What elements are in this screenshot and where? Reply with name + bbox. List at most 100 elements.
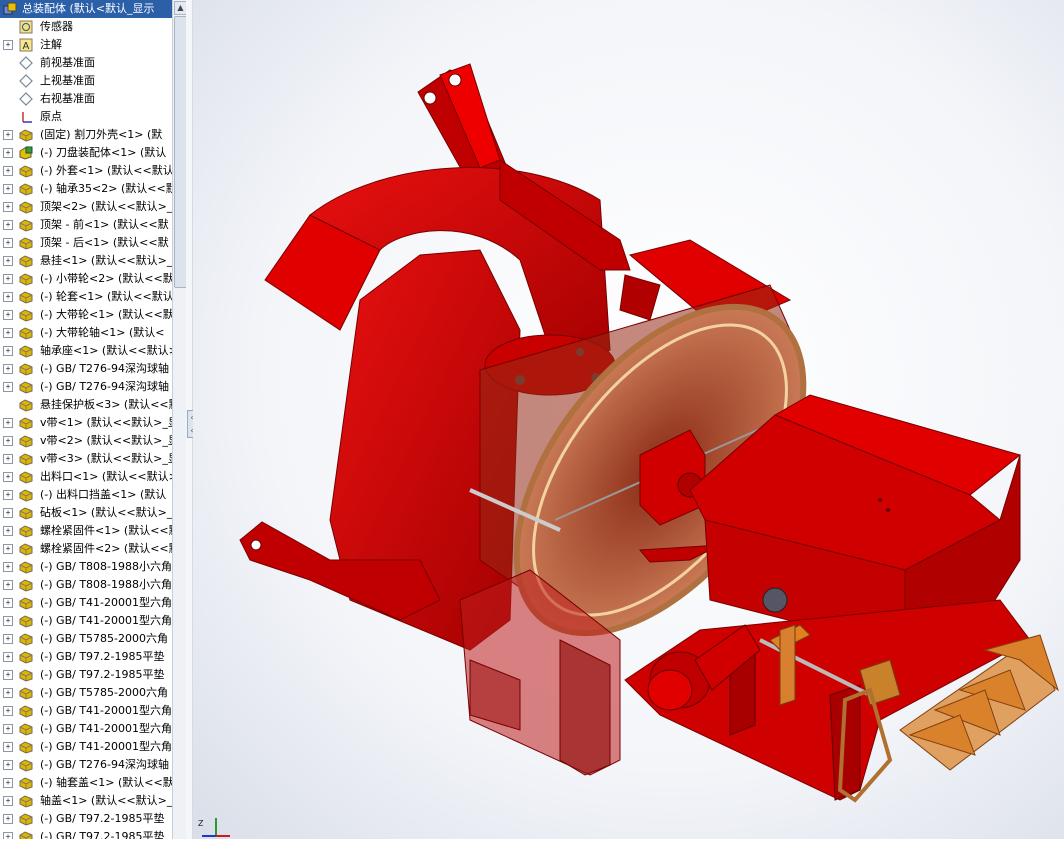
expand-icon[interactable]: + (3, 328, 13, 338)
expand-icon[interactable]: + (3, 256, 13, 266)
expand-icon[interactable]: + (3, 166, 13, 176)
tree-item[interactable]: + 悬挂<1> (默认<<默认>_显 (0, 252, 172, 270)
expand-icon[interactable]: + (3, 616, 13, 626)
tree-item[interactable]: + 顶架 - 前<1> (默认<<默 (0, 216, 172, 234)
expand-icon[interactable]: + (3, 634, 13, 644)
tree-item[interactable]: 上视基准面 (0, 72, 172, 90)
expand-icon[interactable]: + (3, 454, 13, 464)
tree-item[interactable]: + (-) GB/ T97.2-1985平垫 (0, 828, 172, 839)
svg-text:A: A (23, 41, 30, 52)
expand-icon[interactable]: + (3, 202, 13, 212)
tree-item[interactable]: + (-) GB/ T41-20001型六角 (0, 612, 172, 630)
plane-icon (19, 56, 33, 70)
tree-item[interactable]: + 顶架<2> (默认<<默认>_显 (0, 198, 172, 216)
tree-item[interactable]: + (-) 出料口挡盖<1> (默认 (0, 486, 172, 504)
tree-item[interactable]: + v带<2> (默认<<默认>_显 (0, 432, 172, 450)
tree-item[interactable]: + 砧板<1> (默认<<默认>_显 (0, 504, 172, 522)
expand-icon[interactable]: + (3, 508, 13, 518)
tree-scrollbar[interactable]: ▲ (172, 0, 186, 839)
tree-item[interactable]: + 螺栓紧固件<1> (默认<<默 (0, 522, 172, 540)
tree-item[interactable]: + (-) GB/ T5785-2000六角 (0, 630, 172, 648)
expand-icon[interactable]: + (3, 760, 13, 770)
tree-item-label: 轴盖<1> (默认<<默认>_显 (40, 794, 172, 807)
tree-item[interactable]: + (-) 轴承35<2> (默认<<默 (0, 180, 172, 198)
expand-icon[interactable]: + (3, 418, 13, 428)
tree-item[interactable]: + 轴承座<1> (默认<<默认> (0, 342, 172, 360)
expand-icon[interactable]: + (3, 670, 13, 680)
tree-item[interactable]: + A 注解 (0, 36, 172, 54)
tree-item[interactable]: + (-) GB/ T41-20001型六角 (0, 594, 172, 612)
expand-icon[interactable]: + (3, 562, 13, 572)
expand-icon[interactable]: + (3, 292, 13, 302)
tree-item[interactable]: 前视基准面 (0, 54, 172, 72)
expand-icon[interactable]: + (3, 184, 13, 194)
part-icon (19, 776, 33, 790)
tree-item[interactable]: + (-) 刀盘装配体<1> (默认 (0, 144, 172, 162)
tree-item[interactable]: + (-) 轮套<1> (默认<<默认 (0, 288, 172, 306)
tree-item[interactable]: + (-) GB/ T97.2-1985平垫 (0, 810, 172, 828)
tree-item[interactable]: + (-) GB/ T808-1988小六角 (0, 558, 172, 576)
expand-icon[interactable]: + (3, 310, 13, 320)
tree-item[interactable]: + (-) GB/ T41-20001型六角 (0, 720, 172, 738)
tree-item[interactable]: + (-) GB/ T97.2-1985平垫 (0, 648, 172, 666)
tree-item[interactable]: + v带<3> (默认<<默认>_显 (0, 450, 172, 468)
tree-item[interactable]: + (-) 小带轮<2> (默认<<默 (0, 270, 172, 288)
tree-root-assembly[interactable]: 总装配体 (默认<默认_显示 (0, 0, 172, 18)
expand-icon[interactable]: + (3, 778, 13, 788)
tree-item[interactable]: 右视基准面 (0, 90, 172, 108)
tree-item[interactable]: + (-) GB/ T276-94深沟球轴 (0, 378, 172, 396)
expand-icon[interactable]: + (3, 688, 13, 698)
expand-icon[interactable]: + (3, 544, 13, 554)
expand-icon[interactable]: + (3, 724, 13, 734)
expand-icon[interactable]: + (3, 490, 13, 500)
tree-item[interactable]: + (-) GB/ T276-94深沟球轴 (0, 756, 172, 774)
expand-icon[interactable]: + (3, 346, 13, 356)
expand-icon[interactable]: + (3, 130, 13, 140)
tree-item[interactable]: + (-) GB/ T5785-2000六角 (0, 684, 172, 702)
tree-item[interactable]: + (-) GB/ T276-94深沟球轴 (0, 360, 172, 378)
tree-item[interactable]: + v带<1> (默认<<默认>_显 (0, 414, 172, 432)
tree-item[interactable]: + (-) GB/ T97.2-1985平垫 (0, 666, 172, 684)
tree-item-label: 螺栓紧固件<1> (默认<<默 (40, 524, 172, 537)
expand-icon[interactable]: + (3, 580, 13, 590)
tree-item[interactable]: + (-) 外套<1> (默认<<默认 (0, 162, 172, 180)
tree-item[interactable]: + (固定) 割刀外壳<1> (默 (0, 126, 172, 144)
tree-item[interactable]: 传感器 (0, 18, 172, 36)
expand-icon[interactable]: + (3, 652, 13, 662)
expand-icon[interactable]: + (3, 526, 13, 536)
tree-item[interactable]: + (-) GB/ T808-1988小六角 (0, 576, 172, 594)
expand-icon[interactable]: + (3, 382, 13, 392)
tree-item[interactable]: + (-) 大带轮轴<1> (默认< (0, 324, 172, 342)
tree-item[interactable]: + 出料口<1> (默认<<默认> (0, 468, 172, 486)
assembly-icon (19, 146, 33, 160)
expand-icon[interactable]: + (3, 814, 13, 824)
axis-triad-icon: Z (198, 818, 230, 837)
expand-icon[interactable]: + (3, 472, 13, 482)
graphics-viewport[interactable] (193, 0, 1064, 839)
expand-icon[interactable]: + (3, 238, 13, 248)
tree-item-label: (-) GB/ T41-20001型六角 (40, 722, 172, 735)
plane-icon (19, 74, 33, 88)
tree-item-label: v带<2> (默认<<默认>_显 (40, 434, 172, 447)
tree-item[interactable]: 原点 (0, 108, 172, 126)
tree-item[interactable]: + 螺栓紧固件<2> (默认<<默 (0, 540, 172, 558)
expand-icon[interactable]: + (3, 220, 13, 230)
expand-icon[interactable]: + (3, 436, 13, 446)
expand-icon[interactable]: + (3, 796, 13, 806)
part-icon (19, 650, 33, 664)
expand-icon[interactable]: + (3, 364, 13, 374)
tree-item[interactable]: + (-) 轴套盖<1> (默认<<默 (0, 774, 172, 792)
tree-item[interactable]: 悬挂保护板<3> (默认<<默 (0, 396, 172, 414)
expand-icon[interactable]: + (3, 274, 13, 284)
expand-icon[interactable]: + (3, 598, 13, 608)
tree-item[interactable]: + (-) GB/ T41-20001型六角 (0, 738, 172, 756)
expand-icon[interactable]: + (3, 832, 13, 839)
tree-item[interactable]: + 轴盖<1> (默认<<默认>_显 (0, 792, 172, 810)
expand-icon[interactable]: + (3, 706, 13, 716)
expand-icon[interactable]: + (3, 148, 13, 158)
tree-item[interactable]: + 顶架 - 后<1> (默认<<默 (0, 234, 172, 252)
tree-item[interactable]: + (-) 大带轮<1> (默认<<默 (0, 306, 172, 324)
expand-icon[interactable]: + (3, 40, 13, 50)
tree-item[interactable]: + (-) GB/ T41-20001型六角 (0, 702, 172, 720)
expand-icon[interactable]: + (3, 742, 13, 752)
